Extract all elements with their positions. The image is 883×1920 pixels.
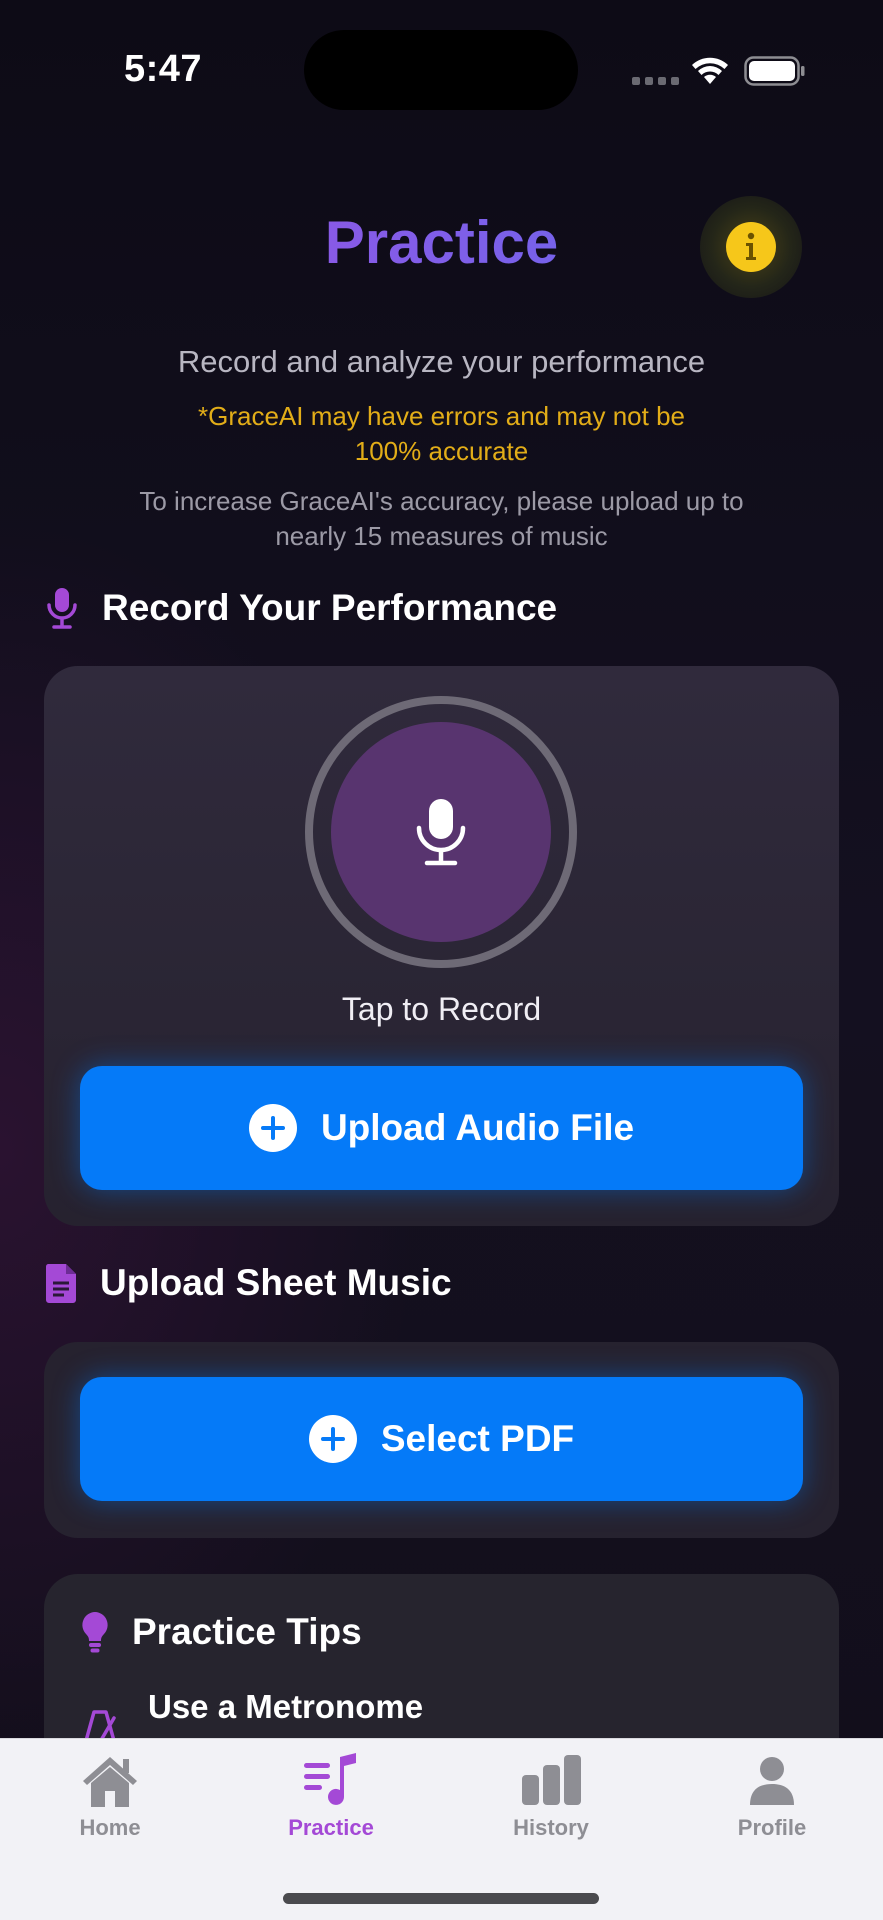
- tip-title: Use a Metronome: [148, 1688, 424, 1725]
- warning-line-1: *GraceAI may have errors and may not be: [197, 401, 685, 431]
- tab-practice-label: Practice: [288, 1815, 374, 1840]
- cellular-signal-icon: [632, 77, 679, 85]
- record-section-header: Record Your Performance: [44, 586, 557, 630]
- select-pdf-label: Select PDF: [380, 1418, 575, 1459]
- dynamic-island: [304, 30, 578, 110]
- page-subtitle: Record and analyze your performance: [177, 344, 706, 379]
- microphone-icon: [47, 588, 77, 629]
- select-pdf-button[interactable]: Select PDF: [80, 1377, 803, 1501]
- hint-line-2: nearly 15 measures of music: [275, 521, 608, 551]
- info-button[interactable]: [700, 196, 802, 298]
- upload-audio-label: Upload Audio File: [320, 1107, 635, 1148]
- battery-icon: [744, 56, 805, 86]
- upload-hint: To increase GraceAI's accuracy, please u…: [100, 484, 783, 554]
- tap-to-record-label: Tap to Record: [341, 991, 542, 1027]
- wifi-icon: [692, 57, 728, 84]
- tab-practice[interactable]: Practice: [251, 1753, 411, 1841]
- document-icon: [45, 1264, 76, 1303]
- practice-tips-header: Practice Tips: [80, 1610, 362, 1654]
- tab-history[interactable]: History: [471, 1753, 631, 1841]
- status-time: 5:47: [124, 48, 203, 90]
- home-indicator[interactable]: [283, 1893, 599, 1904]
- lightbulb-icon: [82, 1612, 108, 1653]
- practice-screen: 5:47 Practice Record and analyze your pe…: [0, 0, 883, 1920]
- house-icon: [83, 1757, 137, 1807]
- warning-line-2: 100% accurate: [354, 436, 529, 466]
- tab-home-label: Home: [79, 1815, 141, 1840]
- plus-circle-icon: [248, 1104, 297, 1152]
- sheet-section-title: Upload Sheet Music: [100, 1262, 452, 1303]
- upload-audio-button[interactable]: Upload Audio File: [80, 1066, 803, 1190]
- tab-profile-label: Profile: [737, 1815, 807, 1840]
- person-icon: [750, 1757, 794, 1805]
- microphone-icon: [416, 799, 466, 866]
- sheet-section-header: Upload Sheet Music: [44, 1262, 452, 1304]
- practice-tips-title: Practice Tips: [132, 1611, 362, 1652]
- record-section-title: Record Your Performance: [102, 587, 558, 628]
- tab-history-label: History: [513, 1815, 589, 1840]
- bar-chart-icon: [522, 1755, 581, 1805]
- info-icon: [726, 222, 776, 272]
- plus-circle-icon: [308, 1415, 357, 1463]
- tab-home[interactable]: Home: [30, 1753, 190, 1841]
- record-button[interactable]: [331, 722, 551, 942]
- music-list-icon: [304, 1753, 356, 1805]
- hint-line-1: To increase GraceAI's accuracy, please u…: [139, 486, 744, 516]
- tab-profile[interactable]: Profile: [692, 1753, 852, 1841]
- accuracy-warning: *GraceAI may have errors and may not be …: [160, 399, 723, 469]
